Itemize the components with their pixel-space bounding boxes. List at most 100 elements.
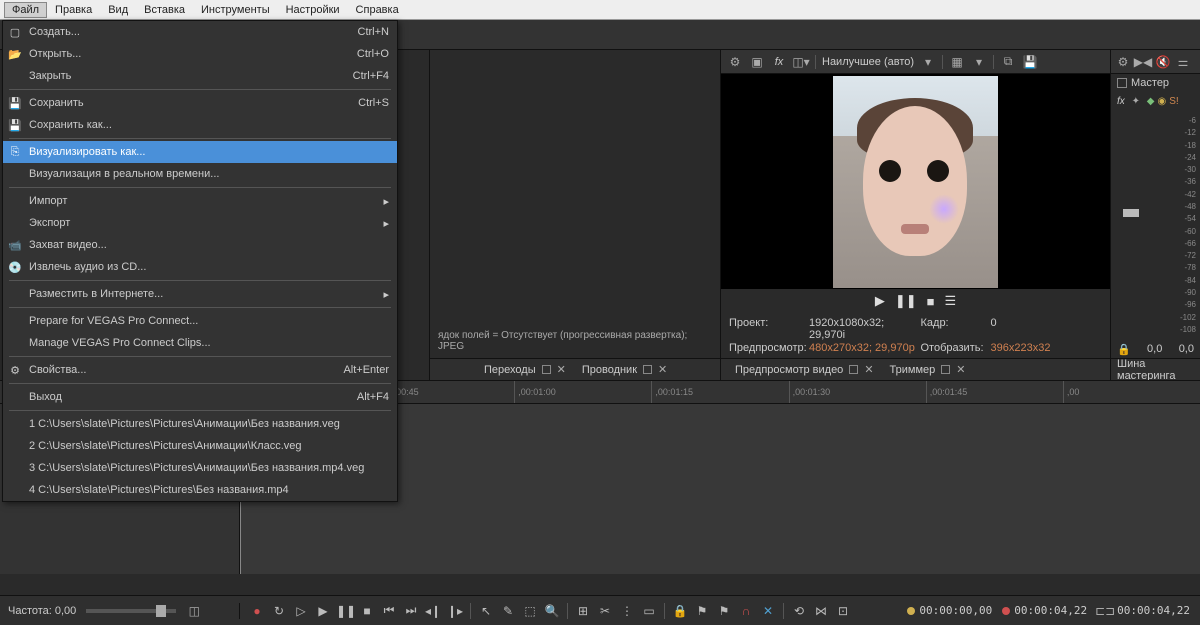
close-icon[interactable]: ✕	[557, 363, 566, 376]
downmix-icon[interactable]: ▶◀	[1135, 54, 1151, 70]
fx-icon[interactable]: fx	[1117, 96, 1125, 107]
overlays-icon[interactable]: ▦	[949, 54, 965, 70]
stop-icon[interactable]: ■	[358, 604, 376, 618]
prev-frame-icon[interactable]: ◂❙	[424, 604, 442, 618]
mute-icon[interactable]: ◉	[1157, 96, 1166, 107]
play-icon[interactable]: ▶	[314, 604, 332, 618]
preview-info: Проект: 1920x1080x32; 29,970i Кадр: 0 Пр…	[721, 313, 1110, 358]
fx-icon[interactable]: fx	[771, 54, 787, 70]
close-icon[interactable]: ✕	[956, 363, 965, 376]
file-menu-item[interactable]: ЗакрытьCtrl+F4	[3, 65, 397, 87]
normal-edit-icon[interactable]: ↖	[477, 604, 495, 618]
menu-help[interactable]: Справка	[348, 2, 407, 18]
marker-out-icon[interactable]: ⚑	[715, 604, 733, 618]
solo-icon[interactable]: S!	[1169, 96, 1178, 107]
loop-icon[interactable]: ↻	[270, 604, 288, 618]
tab-transitions[interactable]: Переходы✕	[476, 360, 574, 379]
file-menu-item[interactable]: Визуализация в реальном времени...	[3, 163, 397, 185]
chevron-down-icon[interactable]: ▾	[971, 54, 987, 70]
file-menu-item[interactable]: 1 C:\Users\slate\Pictures\Pictures\Анима…	[3, 413, 397, 435]
menu-tools[interactable]: Инструменты	[193, 2, 278, 18]
tab-video-preview[interactable]: Предпросмотр видео✕	[727, 360, 882, 379]
snap-icon[interactable]: ∩	[737, 604, 755, 618]
file-menu-item[interactable]: 📹Захват видео...	[3, 234, 397, 256]
tool3-icon[interactable]: ⋮	[618, 604, 636, 618]
insert-fx-icon[interactable]: ✦	[1128, 93, 1144, 109]
meter-tick: -72	[1170, 251, 1196, 260]
undock-icon[interactable]	[542, 365, 551, 374]
file-menu-item[interactable]: Экспорт▸	[3, 212, 397, 234]
tab-trimmer[interactable]: Триммер✕	[882, 360, 974, 379]
file-menu-item[interactable]: ⎘Визуализировать как...	[3, 141, 397, 163]
tool1-icon[interactable]: ⊞	[574, 604, 592, 618]
file-menu-item[interactable]: 4 C:\Users\slate\Pictures\Pictures\Без н…	[3, 479, 397, 501]
undock-icon[interactable]	[643, 365, 652, 374]
chevron-down-icon[interactable]: ▾	[920, 54, 936, 70]
stop-icon[interactable]: ■	[927, 294, 935, 309]
split-screen-icon[interactable]: ◫▾	[793, 54, 809, 70]
tab-explorer[interactable]: Проводник✕	[574, 360, 675, 379]
gear-icon[interactable]: ⚙	[727, 54, 743, 70]
pause-icon[interactable]: ❚❚	[336, 604, 354, 618]
save-snapshot-icon[interactable]: 💾	[1022, 54, 1038, 70]
file-menu-item[interactable]: ⚙Свойства...Alt+Enter	[3, 359, 397, 381]
faders-icon[interactable]: ⚌	[1175, 54, 1191, 70]
auto-crossfade-icon[interactable]: ⋈	[812, 604, 830, 618]
file-menu-item[interactable]: 📂Открыть...Ctrl+O	[3, 43, 397, 65]
file-menu-item[interactable]: 2 C:\Users\slate\Pictures\Pictures\Анима…	[3, 435, 397, 457]
selection-length[interactable]: ⊏⊐00:00:04,22	[1097, 603, 1190, 619]
selection-edit-icon[interactable]: ⬚	[521, 604, 539, 618]
marker-in-icon[interactable]: ⚑	[693, 604, 711, 618]
file-menu-item[interactable]: 3 C:\Users\slate\Pictures\Pictures\Анима…	[3, 457, 397, 479]
menu-settings[interactable]: Настройки	[278, 2, 348, 18]
file-menu-item[interactable]: 💾СохранитьCtrl+S	[3, 92, 397, 114]
misc-icon[interactable]: ⊡	[834, 604, 852, 618]
zoom-edit-icon[interactable]: 🔍	[543, 604, 561, 618]
close-icon[interactable]: ✕	[864, 363, 873, 376]
main-transport: ● ↻ ▷ ▶ ❚❚ ■ ⏮ ⏭ ◂❙ ❙▸ ↖ ✎ ⬚ 🔍 ⊞ ✂ ⋮ ▭ 🔒…	[240, 603, 860, 619]
copy-snapshot-icon[interactable]: ⧉	[1000, 54, 1016, 70]
rate-slider[interactable]	[86, 609, 176, 613]
fader-thumb[interactable]	[1123, 209, 1139, 217]
gear-icon[interactable]: ⚙	[1115, 54, 1131, 70]
dim-icon[interactable]: 🔇	[1155, 54, 1171, 70]
menu-file[interactable]: Файл	[4, 2, 47, 18]
ruler-tick: ,00:01:00	[514, 381, 651, 403]
selection-end[interactable]: 00:00:04,22	[1002, 604, 1087, 617]
play-start-icon[interactable]: ▷	[292, 604, 310, 618]
rate-reset-icon[interactable]: ◫	[186, 603, 202, 619]
file-menu-item[interactable]: ВыходAlt+F4	[3, 386, 397, 408]
file-menu-item[interactable]: ▢Создать...Ctrl+N	[3, 21, 397, 43]
record-icon[interactable]: ●	[248, 604, 266, 618]
preview-quality-dropdown[interactable]: Наилучшее (авто)	[822, 56, 914, 68]
quantize-icon[interactable]: ✕	[759, 604, 777, 618]
automation-icon[interactable]: ◆	[1147, 96, 1155, 107]
file-menu-item[interactable]: Manage VEGAS Pro Connect Clips...	[3, 332, 397, 354]
menu-insert[interactable]: Вставка	[136, 2, 193, 18]
go-end-icon[interactable]: ⏭	[402, 603, 420, 618]
file-menu-item[interactable]: 💾Сохранить как...	[3, 114, 397, 136]
play-icon[interactable]: ▶	[875, 293, 885, 309]
cursor-position[interactable]: 00:00:00,00	[907, 604, 992, 617]
file-menu-item[interactable]: Prepare for VEGAS Pro Connect...	[3, 310, 397, 332]
master-tab[interactable]: Шина мастеринга	[1111, 358, 1200, 380]
undock-icon[interactable]	[849, 365, 858, 374]
tool2-icon[interactable]: ✂	[596, 604, 614, 618]
lock-icon[interactable]: 🔒	[671, 604, 689, 618]
close-icon[interactable]: ✕	[658, 363, 667, 376]
envelope-edit-icon[interactable]: ✎	[499, 604, 517, 618]
external-monitor-icon[interactable]: ▣	[749, 54, 765, 70]
next-frame-icon[interactable]: ❙▸	[446, 604, 464, 618]
pause-icon[interactable]: ❚❚	[895, 293, 917, 309]
lock-icon[interactable]: 🔒	[1117, 343, 1131, 356]
auto-ripple-icon[interactable]: ⟲	[790, 604, 808, 618]
menu-edit[interactable]: Правка	[47, 2, 100, 18]
go-start-icon[interactable]: ⏮	[380, 603, 398, 618]
menu-view[interactable]: Вид	[100, 2, 136, 18]
file-menu-item[interactable]: Импорт▸	[3, 190, 397, 212]
file-menu-item[interactable]: 💿Извлечь аудио из CD...	[3, 256, 397, 278]
undock-icon[interactable]	[941, 365, 950, 374]
tool4-icon[interactable]: ▭	[640, 604, 658, 618]
file-menu-item[interactable]: Разместить в Интернете...▸	[3, 283, 397, 305]
menu-icon[interactable]: ☰	[945, 293, 957, 309]
